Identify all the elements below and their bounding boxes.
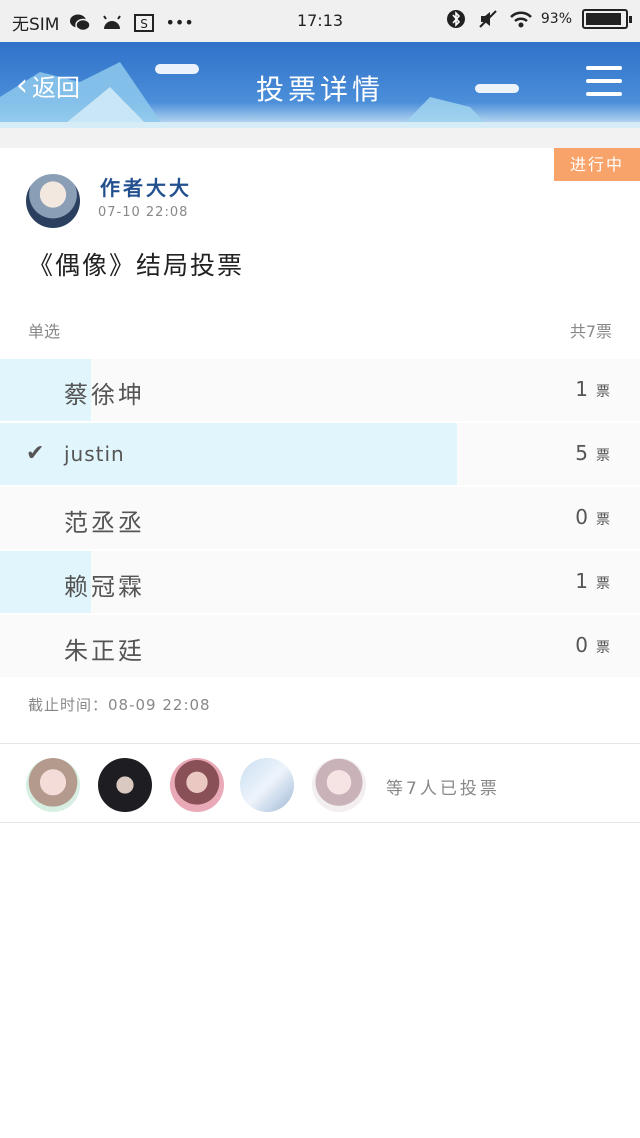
voter-avatar[interactable]: [240, 758, 294, 812]
option-row[interactable]: ✔ justin 5票: [0, 423, 640, 485]
option-name: 赖冠霖: [64, 573, 145, 601]
voter-avatar[interactable]: [170, 758, 224, 812]
menu-icon[interactable]: [586, 66, 622, 100]
voter-avatar[interactable]: [98, 758, 152, 812]
divider: [0, 822, 640, 823]
vote-meta: 单选 共7票: [0, 318, 640, 342]
post-time: 07-10 22:08: [98, 205, 189, 220]
wifi-icon: [509, 9, 532, 29]
battery-percent: 93%: [540, 11, 572, 27]
status-bar: 无SIM S ••• 17:13 93%: [0, 0, 640, 42]
mute-icon: [477, 9, 499, 29]
vote-type: 单选: [28, 322, 61, 341]
option-name: 范丞丞: [64, 509, 145, 537]
section-gap: [0, 128, 640, 148]
option-row[interactable]: 蔡徐坤 1票: [0, 359, 640, 421]
battery-icon: [582, 9, 632, 29]
option-name: 朱正廷: [64, 637, 145, 665]
page-title: 投票详情: [255, 73, 384, 106]
voter-avatar[interactable]: [26, 758, 80, 812]
option-count: 0票: [575, 505, 610, 529]
option-count: 5票: [575, 441, 610, 465]
author-avatar[interactable]: [26, 174, 80, 228]
voters-summary[interactable]: 等7人已投票: [386, 774, 500, 799]
option-name: justin: [64, 442, 125, 466]
status-badge: 进行中: [554, 148, 640, 181]
check-icon: ✔: [26, 441, 45, 466]
deadline: 截止时间：08-09 22:08: [28, 696, 211, 714]
vote-title: 《偶像》结局投票: [28, 251, 245, 280]
option-count: 1票: [575, 569, 610, 593]
option-row[interactable]: 赖冠霖 1票: [0, 551, 640, 613]
nav-header: ‹ 返回 投票详情: [0, 42, 640, 128]
option-count: 1票: [575, 377, 610, 401]
divider: [0, 743, 640, 744]
option-name: 蔡徐坤: [64, 381, 145, 409]
option-row[interactable]: 朱正廷 0票: [0, 615, 640, 677]
bluetooth-icon: [445, 9, 467, 29]
author-name[interactable]: 作者大大: [100, 172, 192, 201]
vote-total: 共7票: [569, 322, 612, 341]
voter-avatar[interactable]: [312, 758, 366, 812]
option-row[interactable]: 范丞丞 0票: [0, 487, 640, 549]
option-count: 0票: [575, 633, 610, 657]
